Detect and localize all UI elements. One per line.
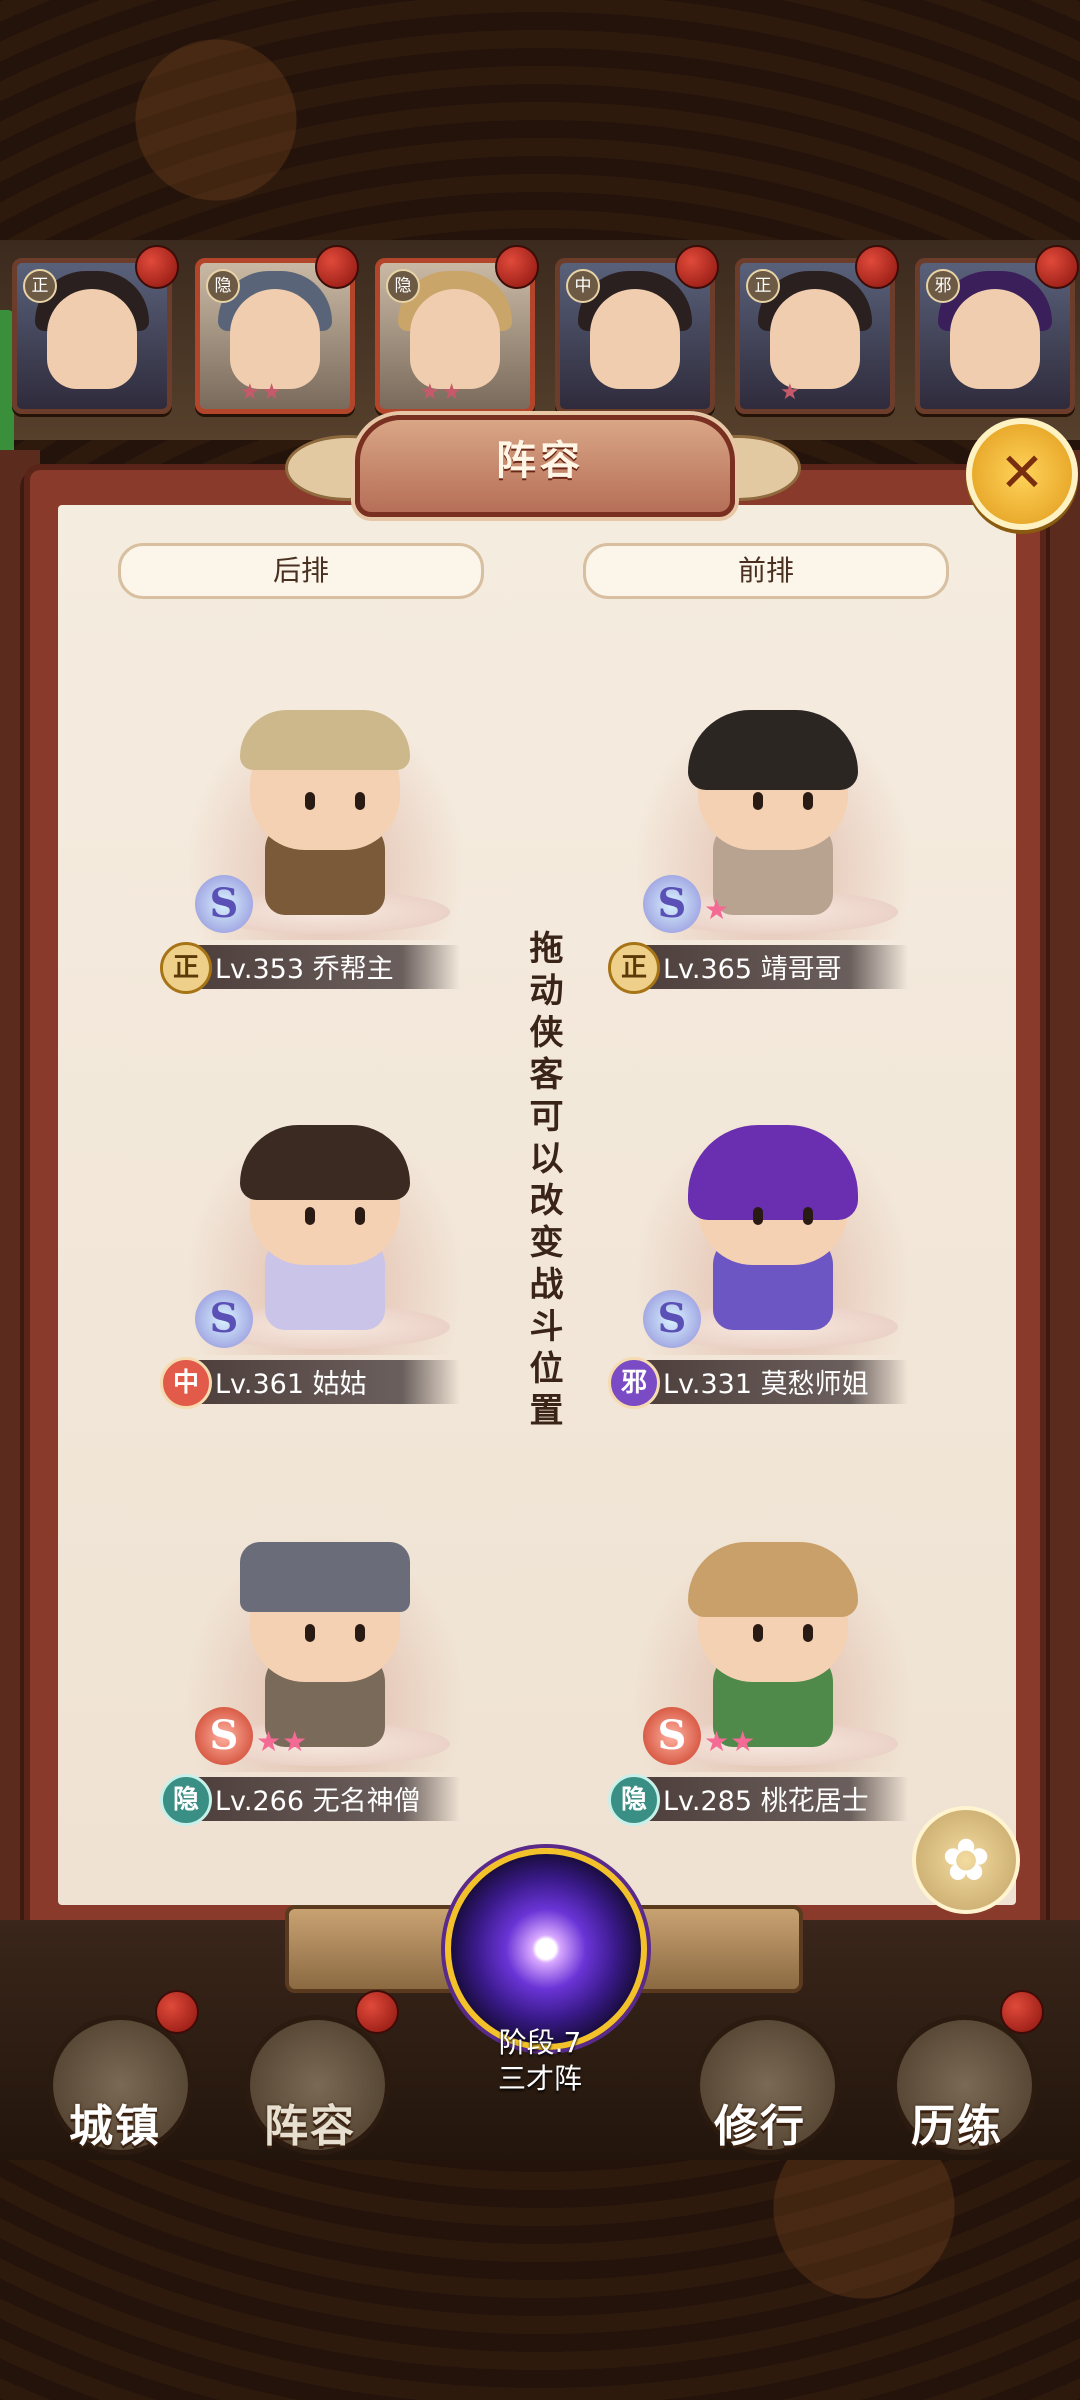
formation-portal-icon[interactable] — [445, 1848, 647, 2050]
faction-icon: 隐 — [608, 1774, 660, 1826]
back-row-label: 后排 — [118, 543, 484, 599]
rank-s-icon: S — [643, 875, 701, 933]
hero-name: Lv.353 乔帮主 — [215, 954, 394, 985]
side-frame — [1040, 450, 1080, 1950]
rank-s-icon: S — [195, 1707, 253, 1765]
portrait-face — [47, 289, 137, 389]
hero-eye — [305, 1624, 315, 1642]
portrait-face — [590, 289, 680, 389]
hero-name: Lv.361 姑姑 — [215, 1369, 367, 1400]
close-button[interactable]: ✕ — [966, 418, 1078, 530]
hero-eye — [753, 1207, 763, 1225]
hero-stars: ★★ — [704, 1725, 757, 1758]
red-dot-icon — [675, 245, 719, 289]
hero-hair — [240, 1125, 410, 1200]
red-dot-icon — [315, 245, 359, 289]
faction-tag: 邪 — [926, 269, 960, 303]
hero-eye — [305, 792, 315, 810]
portrait-stars: ★ — [780, 380, 802, 405]
rank-s-icon: S — [643, 1707, 701, 1765]
hero-eye — [305, 1207, 315, 1225]
hero-name: Lv.365 靖哥哥 — [663, 954, 842, 985]
front-row-label: 前排 — [583, 543, 949, 599]
nav-lineup-label: 阵容 — [264, 2101, 356, 2152]
drag-instruction: 拖动侠客可以改变战斗位置 — [523, 930, 563, 1434]
hero-eye — [753, 1624, 763, 1642]
rank-s-icon: S — [195, 1290, 253, 1348]
hero-eye — [753, 792, 763, 810]
red-dot-icon — [855, 245, 899, 289]
red-dot-icon — [1035, 245, 1079, 289]
hero-eye — [803, 1207, 813, 1225]
red-dot-icon — [135, 245, 179, 289]
portrait-face — [770, 289, 860, 389]
hero-hair — [688, 710, 858, 790]
hero-slot[interactable]: S ★★ 隐 Lv.285 桃花居士 — [608, 1532, 938, 1832]
faction-tag: 正 — [746, 269, 780, 303]
portrait-face — [410, 289, 500, 389]
nav-training-label: 修行 — [714, 2101, 806, 2152]
red-dot-icon — [355, 1990, 399, 2034]
hero-eye — [803, 792, 813, 810]
hero-name: Lv.266 无名神僧 — [215, 1786, 421, 1817]
rank-s-icon: S — [195, 875, 253, 933]
faction-icon: 隐 — [160, 1774, 212, 1826]
hero-eye — [355, 1207, 365, 1225]
rank-s-icon: S — [643, 1290, 701, 1348]
hero-stars: ★★ — [256, 1725, 309, 1758]
formation-info[interactable]: 阶段.7 三才阵 — [440, 2025, 640, 2097]
nav-trial-label: 历练 — [911, 2101, 1003, 2152]
faction-icon: 正 — [160, 942, 212, 994]
hero-eye — [803, 1624, 813, 1642]
panel-title: 阵容 — [496, 438, 584, 484]
formation-settings-icon[interactable]: ✿ — [912, 1806, 1020, 1914]
portrait-stars: ★★ — [420, 380, 464, 405]
red-dot-icon — [495, 245, 539, 289]
hero-slot[interactable]: S 邪 Lv.331 莫愁师姐 — [608, 1115, 938, 1415]
hero-stars: ★ — [704, 893, 731, 926]
hero-slot[interactable]: S 中 Lv.361 姑姑 — [160, 1115, 490, 1415]
hero-name: Lv.331 莫愁师姐 — [663, 1369, 869, 1400]
hero-slot[interactable]: S ★ 正 Lv.365 靖哥哥 — [608, 700, 938, 1000]
faction-tag: 隐 — [206, 269, 240, 303]
portrait-face — [950, 289, 1040, 389]
portrait-face — [230, 289, 320, 389]
faction-tag: 正 — [23, 269, 57, 303]
formation-name: 三才阵 — [497, 2062, 582, 2095]
hero-hat — [240, 710, 410, 770]
hero-hat — [240, 1542, 410, 1612]
faction-icon: 正 — [608, 942, 660, 994]
faction-icon: 中 — [160, 1357, 212, 1409]
formation-stage: 阶段.7 — [498, 2026, 582, 2059]
hero-name: Lv.285 桃花居士 — [663, 1786, 869, 1817]
hero-slot[interactable]: S 正 Lv.353 乔帮主 — [160, 700, 490, 1000]
hero-hair — [688, 1542, 858, 1617]
faction-icon: 邪 — [608, 1357, 660, 1409]
hero-slot[interactable]: S ★★ 隐 Lv.266 无名神僧 — [160, 1532, 490, 1832]
portrait-stars: ★★ — [240, 380, 284, 405]
hero-eye — [355, 792, 365, 810]
faction-tag: 中 — [566, 269, 600, 303]
faction-tag: 隐 — [386, 269, 420, 303]
nav-town-label: 城镇 — [69, 2101, 161, 2152]
hero-eye — [355, 1624, 365, 1642]
